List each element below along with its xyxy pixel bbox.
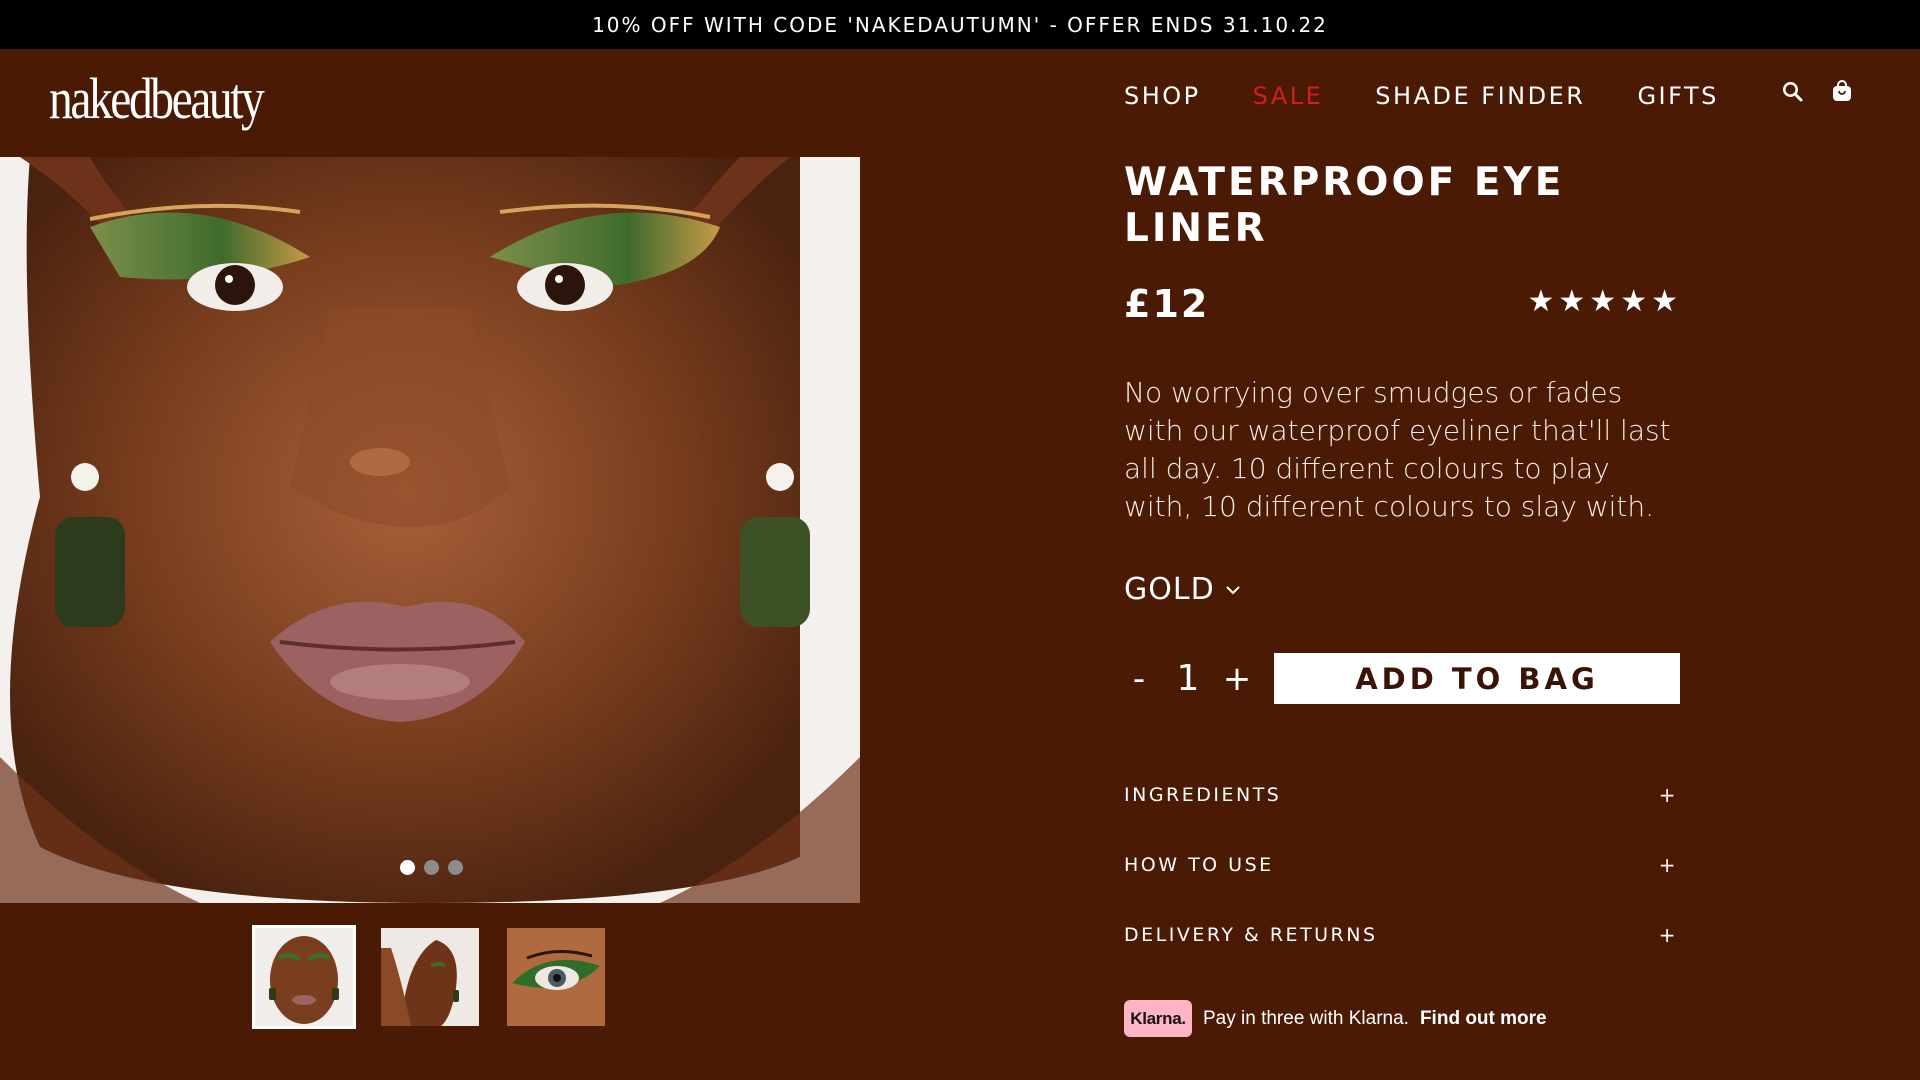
carousel-dot-3[interactable] (448, 860, 463, 875)
product-description: No worrying over smudges or fades with o… (1124, 376, 1671, 523)
bag-icon[interactable] (1830, 79, 1854, 103)
plus-icon: + (1658, 783, 1678, 807)
rating-stars[interactable]: ★★★★★ (1528, 284, 1682, 319)
product-hero-image[interactable] (0, 157, 860, 903)
klarna-text: Pay in three with Klarna. (1203, 1007, 1409, 1029)
accordion-delivery-returns[interactable]: DELIVERY & RETURNS + (1124, 900, 1682, 970)
thumbnail-1-image (255, 928, 353, 1026)
header-icons (1780, 79, 1854, 103)
thumbnail-3[interactable] (504, 925, 608, 1029)
main-nav: SHOP SALE SHADE FINDER GIFTS (1124, 82, 1719, 110)
site-header: nakedbeauty SHOP SALE SHADE FINDER GIFTS (0, 49, 1920, 157)
price-row: £12 ★★★★★ (1124, 282, 1682, 326)
shade-value: GOLD (1124, 572, 1215, 607)
klarna-promo: Klarna. Pay in three with Klarna. Find o… (1124, 1000, 1682, 1037)
accordion-ingredients-label: INGREDIENTS (1124, 784, 1282, 806)
shade-selector[interactable]: GOLD (1124, 572, 1682, 607)
chevron-down-icon (1225, 585, 1240, 594)
plus-icon: + (1658, 923, 1678, 947)
brand-logo[interactable]: nakedbeauty (49, 65, 265, 132)
quantity-decrease-button[interactable]: - (1124, 659, 1154, 699)
nav-shade-finder[interactable]: SHADE FINDER (1375, 82, 1585, 110)
accordion-how-to-use[interactable]: HOW TO USE + (1124, 830, 1682, 900)
thumbnail-3-image (507, 928, 605, 1026)
plus-icon: + (1658, 853, 1678, 877)
model-portrait-image (0, 157, 860, 903)
purchase-row: - 1 + ADD TO BAG (1124, 653, 1682, 704)
thumbnail-1[interactable] (252, 925, 356, 1029)
carousel-dot-1[interactable] (400, 860, 415, 875)
quantity-value[interactable]: 1 (1177, 658, 1200, 699)
promo-banner: 10% OFF WITH CODE 'NAKEDAUTUMN' - OFFER … (0, 0, 1920, 49)
nav-shop[interactable]: SHOP (1124, 82, 1201, 110)
klarna-find-out-more-link[interactable]: Find out more (1420, 1008, 1547, 1030)
product-details-accordion: INGREDIENTS + HOW TO USE + DELIVERY & RE… (1124, 760, 1682, 970)
thumbnail-2-image (381, 928, 479, 1026)
product-title: WATERPROOF EYE LINER (1124, 160, 1565, 251)
carousel-dots (400, 860, 463, 875)
product-info: WATERPROOF EYE LINER £12 ★★★★★ No worryi… (1124, 160, 1682, 1037)
add-to-bag-button[interactable]: ADD TO BAG (1274, 653, 1680, 704)
accordion-ingredients[interactable]: INGREDIENTS + (1124, 760, 1682, 830)
quantity-increase-button[interactable]: + (1222, 659, 1252, 699)
thumbnail-2[interactable] (378, 925, 482, 1029)
thumbnail-strip (252, 925, 608, 1029)
quantity-stepper: - 1 + (1124, 658, 1274, 699)
accordion-delivery-returns-label: DELIVERY & RETURNS (1124, 924, 1378, 946)
search-icon[interactable] (1780, 79, 1804, 103)
carousel-dot-2[interactable] (424, 860, 439, 875)
promo-text: 10% OFF WITH CODE 'NAKEDAUTUMN' - OFFER … (592, 12, 1328, 37)
nav-sale[interactable]: SALE (1253, 82, 1324, 110)
accordion-how-to-use-label: HOW TO USE (1124, 854, 1274, 876)
klarna-logo: Klarna. (1124, 1000, 1192, 1037)
nav-gifts[interactable]: GIFTS (1637, 82, 1718, 110)
